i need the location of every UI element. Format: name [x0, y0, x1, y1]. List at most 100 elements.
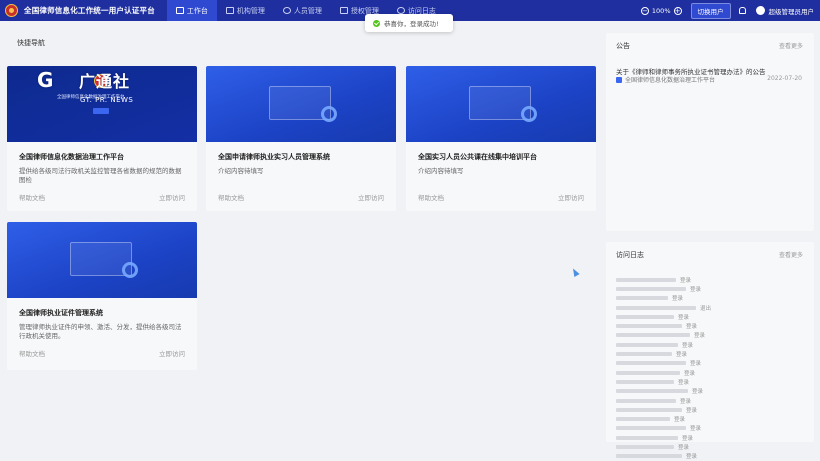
log-entry-blurred [616, 333, 690, 338]
log-row: 登录 [616, 452, 796, 461]
app-title: 全国律师信息化工作统一用户认证平台 [24, 6, 155, 15]
nav-label: 机构管理 [236, 6, 265, 15]
notice-item-source: 全国律师信息化数据治理工作平台 [616, 75, 715, 84]
clock-icon [396, 7, 405, 14]
log-row: 登录 [616, 405, 796, 414]
log-entry-blurred [616, 361, 686, 366]
card-title: 全国申请律师执业实习人员管理系统 [218, 153, 330, 161]
help-doc-link[interactable]: 帮助文档 [218, 192, 244, 202]
log-row: 登录 [616, 424, 796, 433]
visit-link[interactable]: 立即访问 [358, 192, 384, 202]
log-list: 登录 登录 登录 退出 登录 登录 登录 登录 登录 登录 登录 登录 登录 登录 登录 登录 登录 登录 登录 登录 [616, 275, 796, 461]
log-action: 登录 [682, 435, 694, 442]
zoom-in-button[interactable]: + [673, 6, 682, 15]
card-footer: 帮助文档 立即访问 [406, 188, 596, 202]
nav-label: 工作台 [186, 6, 208, 15]
log-entry-blurred [616, 342, 678, 347]
card-footer: 帮助文档 立即访问 [206, 188, 396, 202]
log-action: 退出 [700, 305, 712, 312]
view-more-link[interactable]: 查看更多 [779, 250, 803, 259]
log-entry-blurred [616, 352, 672, 357]
log-action: 登录 [678, 379, 690, 386]
help-doc-link[interactable]: 帮助文档 [19, 192, 45, 202]
log-entry-blurred [616, 417, 670, 422]
nav-item-personnel-management[interactable]: 人员管理 [274, 0, 331, 21]
section-title: 快捷导航 [17, 39, 45, 47]
card-description: 介绍内容待填写 [418, 167, 464, 175]
log-row: 登录 [616, 275, 796, 284]
log-action: 登录 [678, 314, 690, 321]
help-doc-link[interactable]: 帮助文档 [19, 348, 45, 358]
app-card[interactable]: 全国申请律师执业实习人员管理系统 介绍内容待填写 帮助文档 立即访问 [206, 66, 396, 211]
log-entry-blurred [616, 398, 676, 403]
header-right: − 100% + 切换用户 超级管理员用户 [638, 0, 820, 21]
document-icon [616, 76, 622, 83]
visit-link[interactable]: 立即访问 [159, 348, 185, 358]
log-action: 登录 [672, 296, 684, 303]
card-footer: 帮助文档 立即访问 [7, 344, 197, 358]
card-banner [7, 222, 197, 298]
emblem-logo [5, 4, 18, 17]
log-entry-blurred [616, 379, 674, 384]
visit-link[interactable]: 立即访问 [159, 192, 185, 202]
log-row: 登录 [616, 368, 796, 377]
zoom-level: 100% [651, 6, 671, 15]
switch-user-button[interactable]: 切换用户 [690, 2, 731, 19]
log-action: 登录 [682, 342, 694, 349]
magnifier-icon [122, 262, 138, 278]
visit-link[interactable]: 立即访问 [558, 192, 584, 202]
log-row: 登录 [616, 377, 796, 386]
log-action: 登录 [694, 333, 706, 340]
log-entry-blurred [616, 426, 686, 431]
log-action: 登录 [680, 277, 692, 284]
panel-title: 公告 [616, 42, 630, 50]
log-entry-blurred [616, 314, 674, 319]
log-action: 登录 [678, 444, 690, 451]
log-row: 登录 [616, 321, 796, 330]
log-action: 登录 [686, 324, 698, 331]
user-name[interactable]: 超级管理员用户 [769, 6, 815, 16]
log-entry-blurred [616, 435, 678, 440]
zoom-out-button[interactable]: − [640, 6, 649, 15]
watermark-sub: GT. PR. NEWS [80, 96, 134, 104]
log-entry-blurred [616, 370, 680, 375]
success-toast: 恭喜你，登录成功! [365, 14, 453, 32]
log-row: 登录 [616, 294, 796, 303]
log-row: 登录 [616, 284, 796, 293]
notice-source-text: 全国律师信息化数据治理工作平台 [625, 77, 716, 84]
card-title: 全国律师信息化数据治理工作平台 [19, 153, 124, 161]
log-entry-blurred [616, 389, 688, 394]
app-card[interactable]: 全国实习人员公共课在线集中培训平台 介绍内容待填写 帮助文档 立即访问 [406, 66, 596, 211]
notice-panel: 公告 查看更多 关于《律师和律师事务所执业证书管理办法》的公告 全国律师信息化数… [606, 33, 814, 231]
bell-icon[interactable] [738, 7, 746, 14]
toast-message: 恭喜你，登录成功! [384, 20, 439, 28]
app-card[interactable]: 全国律师执业证件管理系统 管理律师执业证件的申领、激活、分发，提供给各级司法行政… [7, 222, 197, 370]
card-description: 介绍内容待填写 [218, 167, 264, 175]
log-entry-blurred [616, 286, 686, 291]
log-row: 登录 [616, 331, 796, 340]
log-action: 登录 [686, 407, 698, 414]
log-row: 登录 [616, 340, 796, 349]
user-icon [282, 7, 291, 14]
access-log-panel: 访问日志 查看更多 登录 登录 登录 退出 登录 登录 登录 登录 登录 登录 登录 登录 登录 登录 登录… [606, 242, 814, 460]
log-entry-blurred [616, 305, 696, 310]
magnifier-icon [521, 106, 537, 122]
card-description: 提供给各级司法行政机关监控管理各省数据的规范的数据图检 [19, 167, 182, 184]
view-more-link[interactable]: 查看更多 [779, 41, 803, 50]
help-doc-link[interactable]: 帮助文档 [418, 192, 444, 202]
card-banner [206, 66, 396, 142]
log-row: 登录 [616, 433, 796, 442]
quick-nav-section: 快捷导航 G 广通社 GT. PR. NEWS 全国律师信息化数据治理工作平台 … [7, 33, 596, 371]
log-row: 登录 [616, 349, 796, 358]
nav-item-org-management[interactable]: 机构管理 [217, 0, 274, 21]
watermark-logo: G [37, 68, 54, 92]
nav-label: 人员管理 [293, 6, 322, 15]
check-circle-icon [373, 19, 380, 27]
avatar[interactable] [755, 6, 765, 15]
log-entry-blurred [616, 324, 682, 329]
building-icon [225, 7, 234, 14]
nav-item-workbench[interactable]: 工作台 [166, 0, 217, 21]
notice-item-date: 2022-07-20 [767, 75, 802, 82]
shield-icon [339, 7, 348, 14]
log-row: 登录 [616, 442, 796, 451]
